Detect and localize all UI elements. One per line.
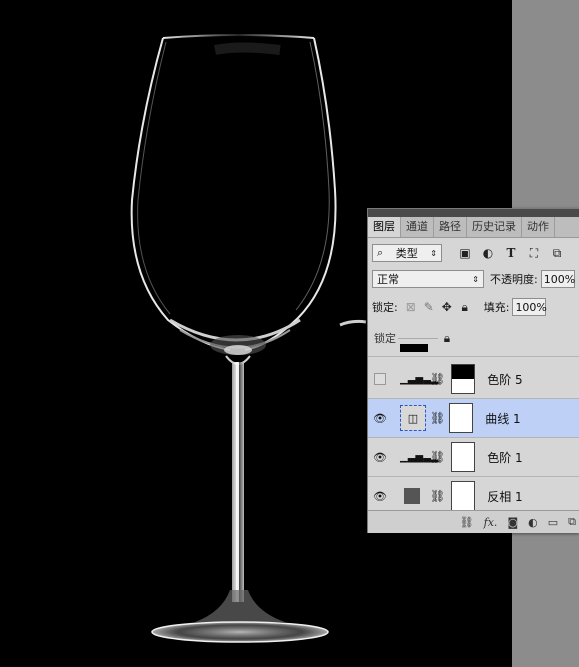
- smart-object-filter-icon[interactable]: ⧉: [548, 244, 566, 262]
- add-mask-icon[interactable]: ◙: [507, 516, 518, 529]
- filter-kind-select[interactable]: ⌕ 类型 ⇕: [372, 244, 442, 262]
- fill-input[interactable]: 100%: [512, 298, 547, 316]
- shape-filter-icon[interactable]: ⛶: [525, 244, 543, 262]
- layer-name: 反相 1: [487, 489, 523, 504]
- tab-channels[interactable]: 通道: [401, 217, 434, 237]
- filter-kind-label: 类型: [395, 247, 418, 260]
- levels-adjustment-icon: ▁▃▅▃▂: [400, 373, 439, 385]
- hidden-checkbox-icon: [374, 373, 386, 385]
- layer-filter-row: ⌕ 类型 ⇕ ▣ ◐ T ⛶ ⧉: [368, 241, 579, 265]
- search-icon: ⌕: [377, 246, 384, 259]
- tab-actions[interactable]: 动作: [522, 217, 555, 237]
- layer-mask-thumbnail: [451, 442, 476, 472]
- layer-mask-thumbnail: [451, 364, 476, 394]
- lock-label: 锁定:: [372, 301, 398, 314]
- layer-name: 曲线 1: [485, 411, 521, 426]
- lock-brush-icon[interactable]: ✎: [420, 298, 438, 316]
- chain-link-icon: ⛓︎: [430, 411, 446, 425]
- visibility-toggle[interactable]: [368, 373, 392, 385]
- layer-mask-thumbnail: [451, 481, 476, 511]
- panel-footer: ⛓︎ fx. ◙ ◐ ▭ ⧉: [368, 510, 579, 533]
- ghost-thumbnail: [400, 344, 428, 352]
- curves-adjustment-icon: ◫: [400, 405, 426, 431]
- blend-row: 正常 ⇕ 不透明度: 100%: [368, 268, 579, 290]
- drag-ghost-row: 锁定 🔒︎: [368, 320, 579, 357]
- stepper-arrows-icon: ⇕: [472, 274, 479, 284]
- lock-icon: 🔒︎: [443, 330, 451, 345]
- layer-row-levels-5[interactable]: ▁▃▅▃▂ ⛓︎ 色阶 5: [368, 360, 579, 399]
- fx-icon[interactable]: fx.: [484, 516, 498, 529]
- lock-row: 锁定: ⊠ ✎ ✥ 🔒︎ 填充: 100%: [368, 296, 579, 318]
- chain-link-icon: ⛓︎: [430, 489, 446, 503]
- lock-transparent-icon[interactable]: ⊠: [402, 298, 420, 316]
- tab-history[interactable]: 历史记录: [467, 217, 522, 237]
- eye-icon[interactable]: 👁︎: [368, 490, 392, 503]
- new-group-icon[interactable]: ▭: [548, 516, 558, 529]
- lock-all-icon[interactable]: 🔒︎: [456, 298, 474, 316]
- opacity-input[interactable]: 100%: [540, 270, 575, 288]
- adjustment-filter-icon[interactable]: ◐: [479, 244, 497, 262]
- invert-adjustment-icon: [404, 488, 420, 504]
- stepper-arrows-icon: ⇕: [430, 248, 437, 258]
- layer-mask-thumbnail: [449, 403, 474, 433]
- lock-move-icon[interactable]: ✥: [438, 298, 456, 316]
- layers-panel: 图层 通道 路径 历史记录 动作 ⌕ 类型 ⇕ ▣ ◐ T ⛶ ⧉ 正常 ⇕ 不…: [367, 208, 579, 533]
- pixel-filter-icon[interactable]: ▣: [456, 244, 474, 262]
- blend-mode-select[interactable]: 正常 ⇕: [372, 270, 484, 288]
- chain-link-icon: ⛓︎: [430, 450, 446, 464]
- chain-link-icon: ⛓︎: [430, 372, 446, 386]
- levels-adjustment-icon: ▁▃▅▃▂: [400, 451, 439, 463]
- link-layers-icon[interactable]: ⛓︎: [460, 516, 474, 529]
- type-filter-icon[interactable]: T: [502, 244, 520, 262]
- eye-icon[interactable]: 👁︎: [368, 451, 392, 464]
- layer-name: 色阶 1: [487, 450, 523, 465]
- fill-label: 填充:: [483, 301, 510, 314]
- tab-layers[interactable]: 图层: [368, 217, 401, 237]
- new-adjustment-icon[interactable]: ◐: [528, 516, 538, 529]
- panel-tabs: 图层 通道 路径 历史记录 动作: [368, 217, 579, 238]
- eye-icon[interactable]: 👁︎: [368, 412, 392, 425]
- layer-row-levels-1[interactable]: 👁︎ ▁▃▅▃▂ ⛓︎ 色阶 1: [368, 438, 579, 477]
- panel-drag-bar[interactable]: [368, 209, 579, 217]
- blend-mode-value: 正常: [377, 273, 399, 286]
- layer-row-curves-1[interactable]: 👁︎ ◫ ⛓︎ 曲线 1: [368, 399, 579, 438]
- layer-name: 色阶 5: [487, 372, 523, 387]
- tab-paths[interactable]: 路径: [434, 217, 467, 237]
- drag-ghost-label: 锁定: [374, 332, 396, 345]
- opacity-label: 不透明度:: [490, 273, 538, 286]
- new-layer-icon[interactable]: ⧉: [568, 515, 576, 529]
